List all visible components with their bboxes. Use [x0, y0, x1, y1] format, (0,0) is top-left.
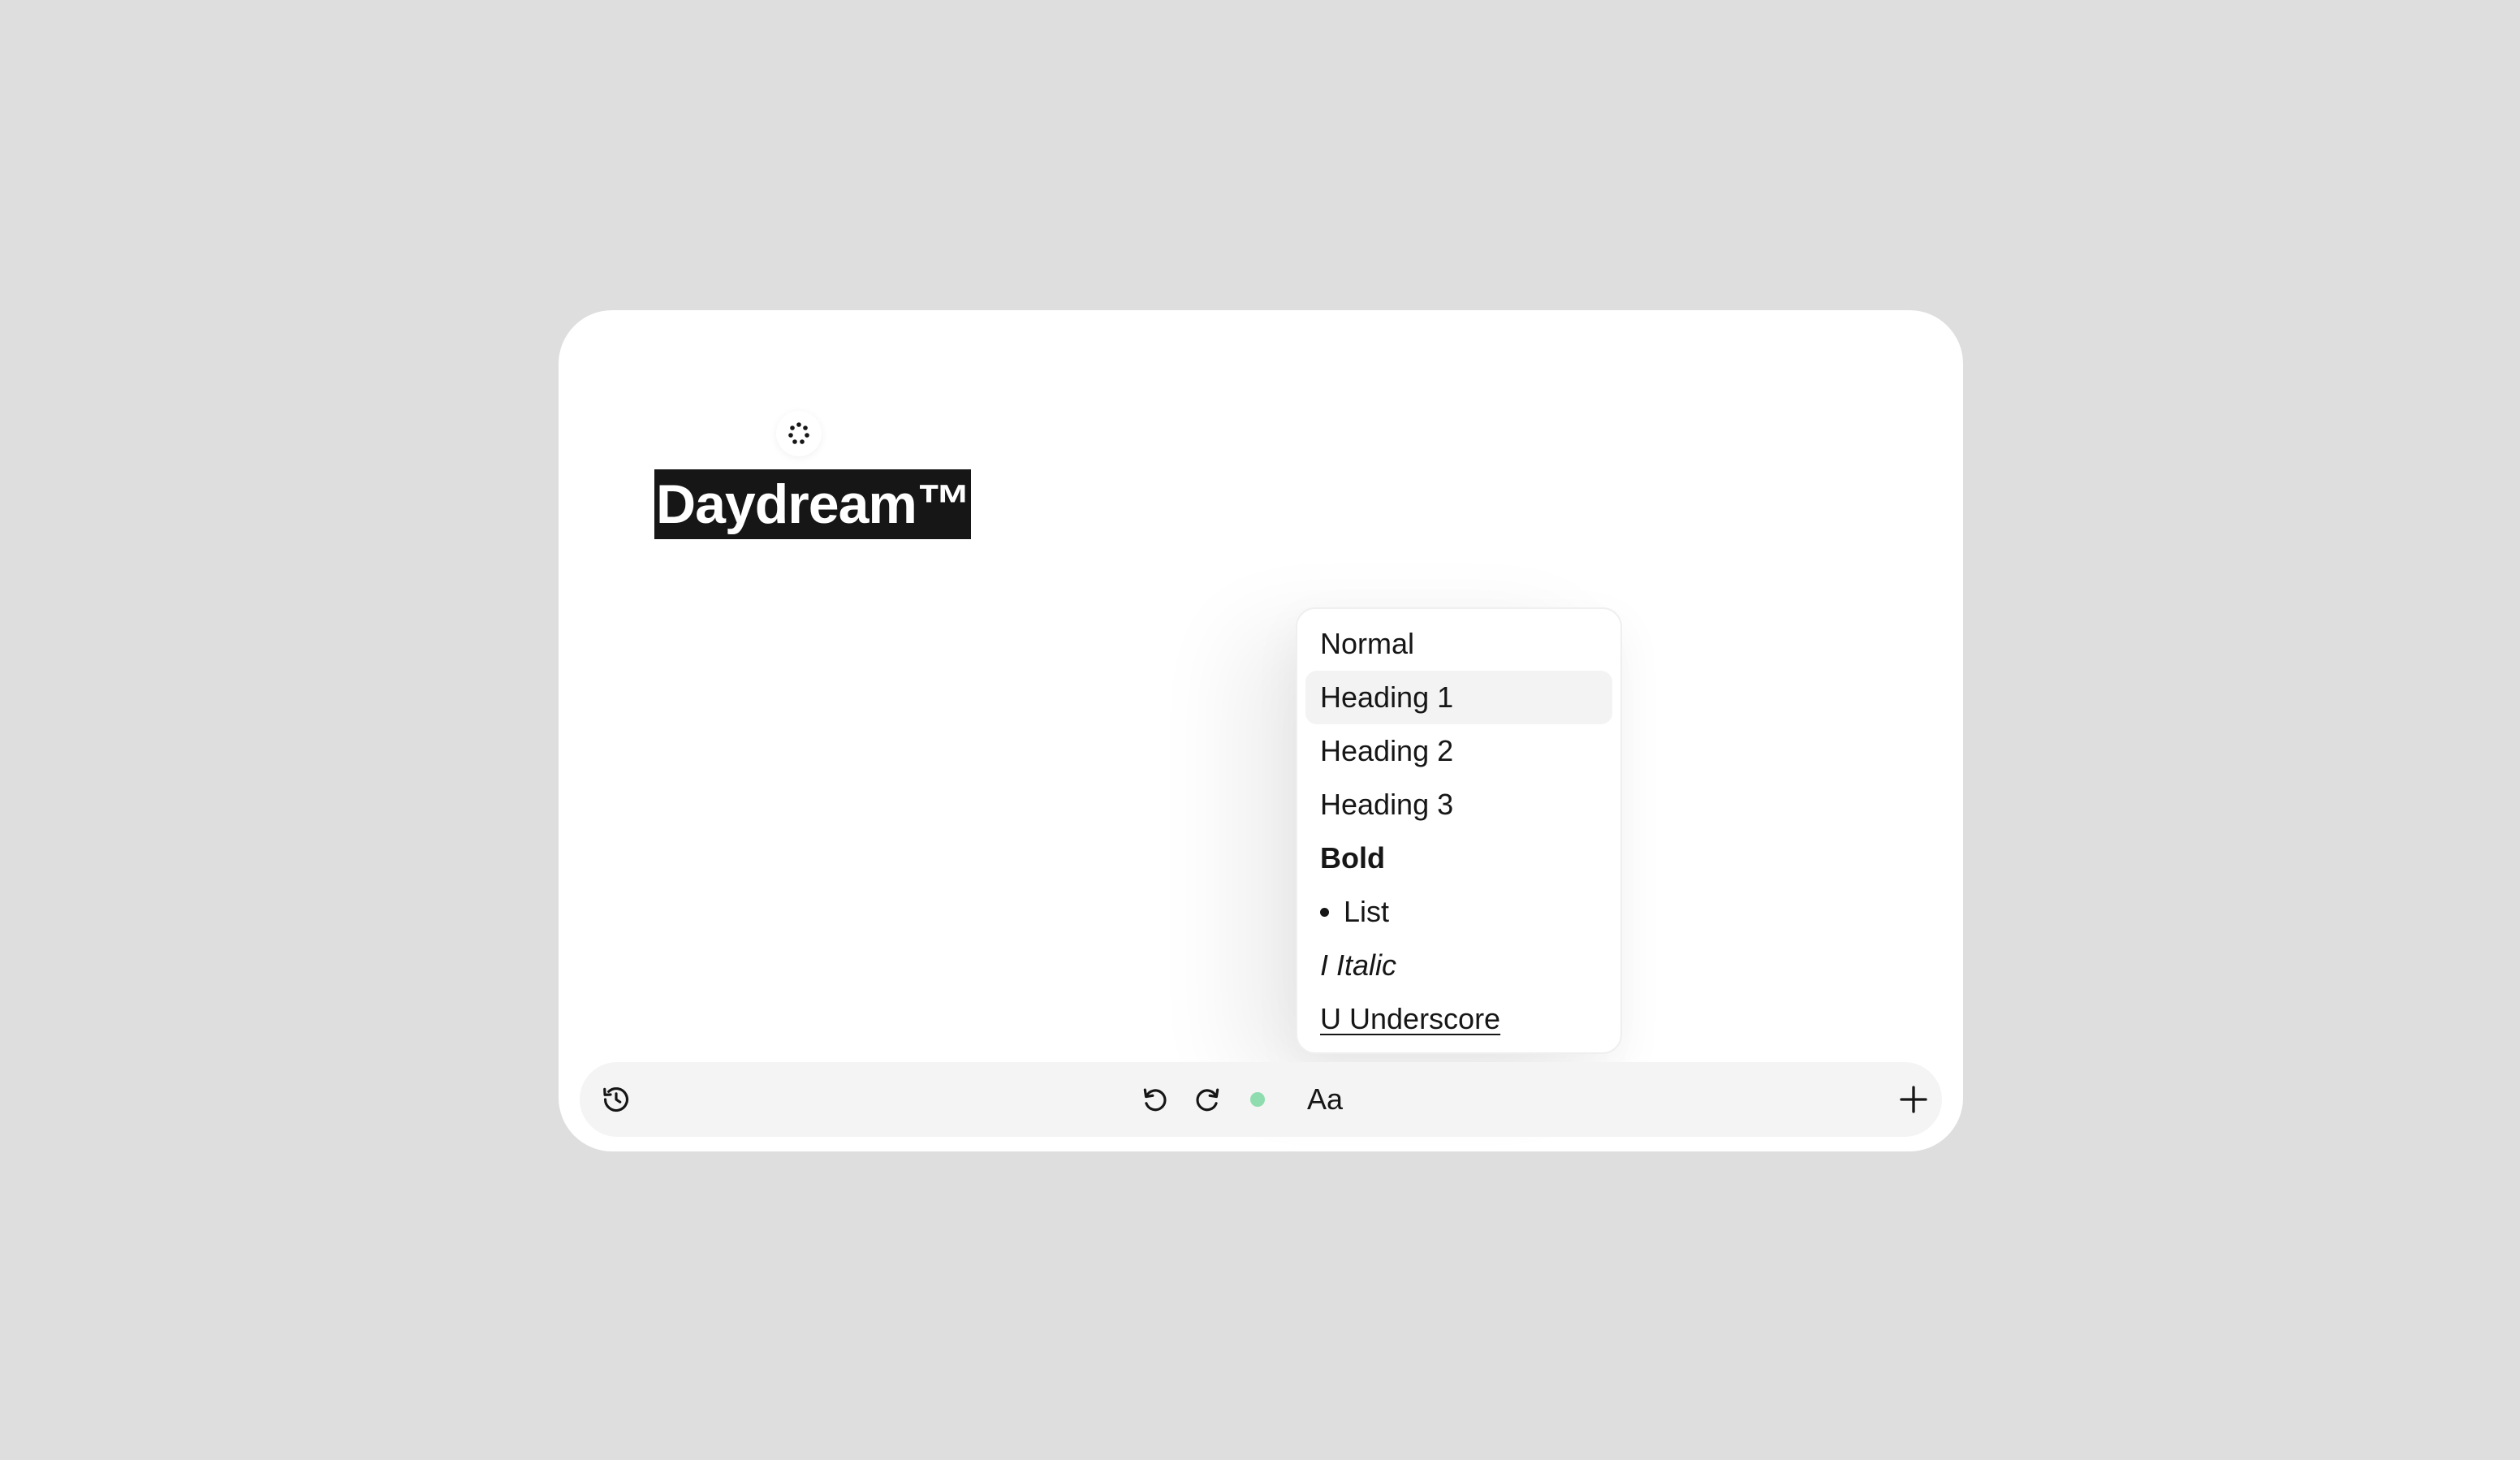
menu-item-label: Normal [1320, 627, 1415, 660]
status-dot [1250, 1092, 1265, 1107]
menu-item-underscore[interactable]: U Underscore [1305, 992, 1612, 1046]
format-menu: Normal Heading 1 Heading 2 Heading 3 Bol… [1296, 607, 1622, 1054]
menu-item-label: List [1344, 895, 1390, 928]
menu-item-normal[interactable]: Normal [1305, 617, 1612, 671]
menu-item-list[interactable]: List [1305, 885, 1612, 939]
menu-item-label: Heading 2 [1320, 734, 1454, 767]
menu-item-heading-2[interactable]: Heading 2 [1305, 724, 1612, 778]
undo-icon[interactable] [1137, 1081, 1174, 1118]
document-title[interactable]: Daydream™ [654, 469, 972, 539]
editor-card: Daydream™ Normal Heading 1 Heading 2 Hea… [559, 310, 1963, 1151]
bottom-toolbar: Aa [580, 1062, 1942, 1137]
menu-item-italic[interactable]: I Italic [1305, 939, 1612, 992]
menu-item-label: Bold [1320, 841, 1385, 875]
redo-icon[interactable] [1189, 1081, 1226, 1118]
menu-item-label: Heading 1 [1320, 680, 1454, 714]
bullet-icon [1320, 907, 1329, 917]
menu-item-heading-1[interactable]: Heading 1 [1305, 671, 1612, 724]
menu-item-heading-3[interactable]: Heading 3 [1305, 778, 1612, 832]
spinner-icon [776, 411, 822, 456]
menu-item-label: I Italic [1320, 948, 1397, 982]
plus-icon[interactable] [1895, 1081, 1932, 1118]
menu-item-label: U Underscore [1320, 1002, 1501, 1035]
history-icon[interactable] [598, 1081, 635, 1118]
font-format-button[interactable]: Aa [1307, 1078, 1343, 1121]
menu-item-label: Heading 3 [1320, 788, 1454, 821]
menu-item-bold[interactable]: Bold [1305, 832, 1612, 885]
